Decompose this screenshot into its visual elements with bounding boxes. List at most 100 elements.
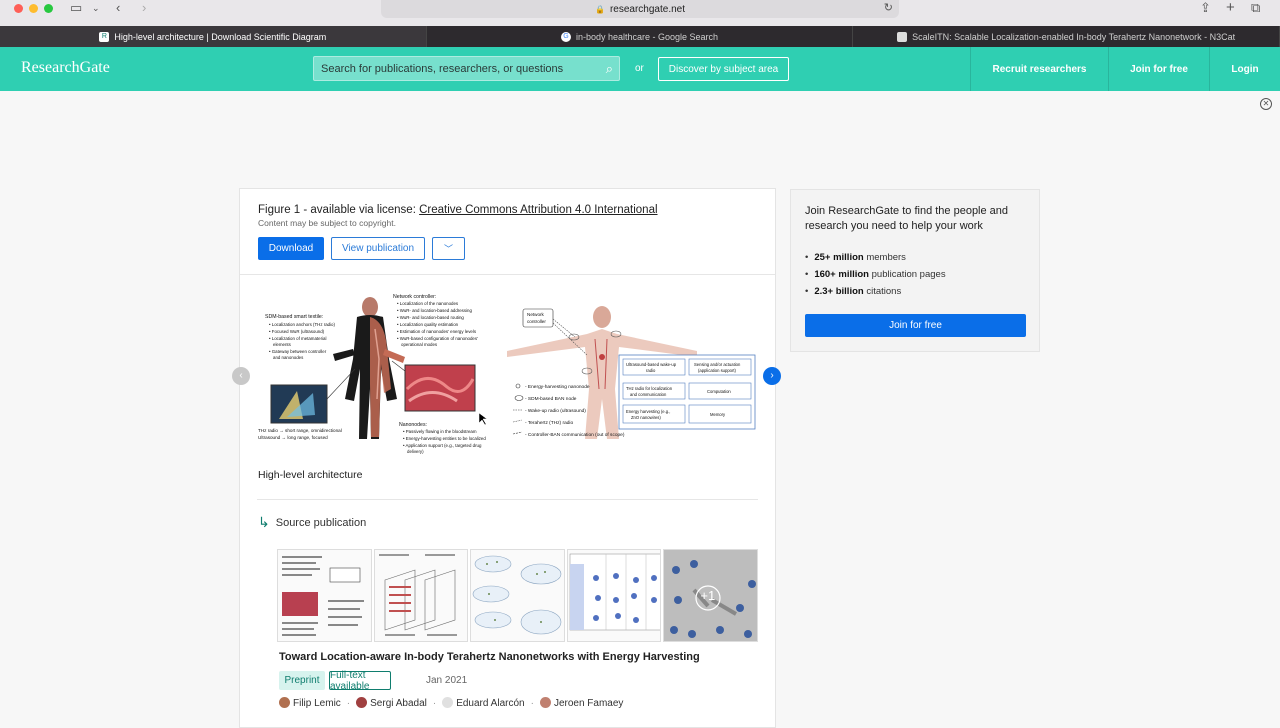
architecture-block-diagram: Network controller Ultrasound-based wake… [507, 306, 756, 439]
thumbnail[interactable] [277, 549, 372, 642]
svg-text:Ultrasound-based wake-up: Ultrasound-based wake-up [626, 362, 677, 367]
reload-icon[interactable]: ↻ [884, 1, 893, 14]
sidebar-toggle-icon[interactable]: ▭ [70, 0, 82, 16]
site-header: ResearchGate ⌕ or Discover by subject ar… [0, 47, 1280, 91]
divider [240, 274, 775, 275]
smart-textile-illustration: SDM-based smart textile: • Localization … [258, 294, 488, 454]
svg-text:- SDM-based BAN node: - SDM-based BAN node [525, 396, 577, 402]
svg-text:SDM-based smart textile:: SDM-based smart textile: [265, 314, 323, 320]
tab-title: ScaleITN: Scalable Localization-enabled … [912, 31, 1236, 42]
google-favicon-icon: G [560, 31, 571, 42]
svg-text:(application support): (application support) [698, 368, 737, 373]
chevron-down-icon[interactable]: ⌄ [92, 0, 100, 16]
publication-title-link[interactable]: Toward Location-aware In-body Terahertz … [279, 651, 700, 663]
svg-text:• Localization quality estimat: • Localization quality estimation [397, 322, 459, 327]
svg-text:• Estimation of nanonodes' ene: • Estimation of nanonodes' energy levels [397, 329, 477, 334]
stat-item: 160+ million publication pages [805, 269, 945, 280]
figure-card: Figure 1 - available via license: Creati… [232, 188, 781, 728]
thumbnail[interactable] [470, 549, 565, 642]
divider [257, 499, 758, 500]
recruit-researchers-link[interactable]: Recruit researchers [970, 47, 1108, 91]
svg-text:• Gateway between controller: • Gateway between controller [269, 349, 327, 354]
tab-title: in-body healthcare - Google Search [575, 31, 719, 42]
researchgate-favicon-icon: R [99, 31, 110, 42]
svg-text:Energy harvesting (e.g.,: Energy harvesting (e.g., [626, 409, 670, 414]
new-tab-icon[interactable]: + [1226, 0, 1235, 16]
svg-text:• WuR- and location-based rout: • WuR- and location-based routing [397, 315, 464, 320]
search-box[interactable]: ⌕ [313, 56, 620, 81]
svg-text:Nanonodes:: Nanonodes: [399, 422, 427, 428]
fulltext-badge[interactable]: Full-text available [329, 670, 391, 692]
stat-value: 2.3+ billion [814, 286, 864, 297]
tab-google-search[interactable]: G in-body healthcare - Google Search [427, 26, 854, 47]
n3cat-favicon-icon [897, 31, 908, 42]
more-thumbnails-count: +1 [700, 588, 716, 603]
thumbnail-more[interactable]: +1 [663, 549, 758, 642]
svg-text:ZnO nanowires): ZnO nanowires) [631, 415, 661, 420]
svg-text:Sensing and/or actuation: Sensing and/or actuation [694, 362, 741, 367]
fullscreen-window-button[interactable] [44, 4, 53, 13]
tab-scaleitn[interactable]: ScaleITN: Scalable Localization-enabled … [853, 26, 1280, 47]
figure-title: Figure 1 - available via license: Creati… [258, 204, 658, 216]
svg-text:operational modes: operational modes [401, 342, 438, 347]
svg-text:• WuR-based configuration of n: • WuR-based configuration of nanonodes' [397, 336, 478, 341]
view-publication-button[interactable]: View publication [331, 237, 425, 260]
next-figure-button[interactable]: › [763, 367, 781, 385]
search-icon[interactable]: ⌕ [606, 61, 613, 77]
svg-text:• WuR- and location-based addr: • WuR- and location-based addressing [397, 308, 472, 313]
copyright-note: Content may be subject to copyright. [258, 218, 396, 228]
stat-value: 25+ million [814, 252, 864, 263]
join-for-free-link[interactable]: Join for free [1108, 47, 1209, 91]
author-name: Eduard Alarcón [456, 698, 525, 709]
stat-label: citations [863, 286, 902, 297]
svg-text:Network controller:: Network controller: [393, 294, 436, 300]
tab-high-level-architecture[interactable]: R High-level architecture | Download Sci… [0, 26, 427, 47]
more-options-button[interactable]: ﹀ [432, 237, 465, 260]
discover-button[interactable]: Discover by subject area [658, 57, 789, 81]
author-link[interactable]: Filip Lemic [279, 697, 341, 709]
search-input[interactable] [321, 62, 591, 75]
svg-text:delivery): delivery) [407, 449, 424, 454]
url-text: researchgate.net [609, 3, 686, 15]
svg-text:elements: elements [273, 342, 292, 347]
tab-overview-icon[interactable]: ⧉ [1251, 0, 1260, 16]
separator: · [530, 697, 534, 709]
browser-titlebar: ▭ ⌄ ‹ › 🔒 researchgate.net ↻ ⇪ + ⧉ [0, 0, 1280, 26]
author-list: Filip Lemic · Sergi Abadal · Eduard Alar… [279, 697, 623, 709]
license-link[interactable]: Creative Commons Attribution 4.0 Interna… [419, 204, 657, 216]
lock-icon: 🔒 [594, 4, 605, 14]
join-for-free-button[interactable]: Join for free [805, 314, 1026, 337]
share-icon[interactable]: ⇪ [1200, 0, 1211, 16]
address-bar[interactable]: 🔒 researchgate.net ↻ [381, 0, 899, 18]
researchgate-logo[interactable]: ResearchGate [21, 59, 110, 77]
download-button[interactable]: Download [258, 237, 324, 260]
publication-thumbnails: +1 [277, 549, 758, 642]
tab-bar: R High-level architecture | Download Sci… [0, 26, 1280, 47]
stat-item: 2.3+ billion citations [805, 286, 946, 297]
thumbnail[interactable] [566, 549, 662, 642]
close-window-button[interactable] [14, 4, 23, 13]
login-link[interactable]: Login [1209, 47, 1280, 91]
author-link[interactable]: Sergi Abadal [356, 697, 427, 709]
svg-text:- Wake-up radio (ultrasound): - Wake-up radio (ultrasound) [525, 408, 586, 414]
thumbnail[interactable] [373, 549, 469, 642]
avatar [539, 697, 551, 708]
figure-image[interactable]: SDM-based smart textile: • Localization … [257, 289, 759, 457]
minimize-window-button[interactable] [29, 4, 38, 13]
svg-text:- Controller-BAN communication: - Controller-BAN communication (out of s… [525, 432, 625, 438]
svg-text:controller: controller [527, 319, 546, 324]
tab-title: High-level architecture | Download Scien… [114, 31, 327, 42]
stat-item: 25+ million members [805, 252, 946, 263]
back-icon[interactable]: ‹ [116, 0, 120, 16]
close-icon[interactable]: ✕ [1260, 98, 1272, 110]
author-link[interactable]: Eduard Alarcón [442, 697, 525, 709]
author-link[interactable]: Jeroen Famaey [539, 697, 623, 709]
previous-figure-button[interactable]: ‹ [232, 367, 250, 385]
publication-date: Jan 2021 [426, 675, 468, 686]
avatar [356, 697, 368, 708]
source-publication-label: Source publication [275, 516, 367, 529]
source-publication-heading: ↳ Source publication [258, 514, 366, 531]
forward-icon[interactable]: › [142, 0, 146, 16]
svg-text:Computation: Computation [707, 389, 731, 394]
svg-text:and communication: and communication [630, 392, 667, 397]
